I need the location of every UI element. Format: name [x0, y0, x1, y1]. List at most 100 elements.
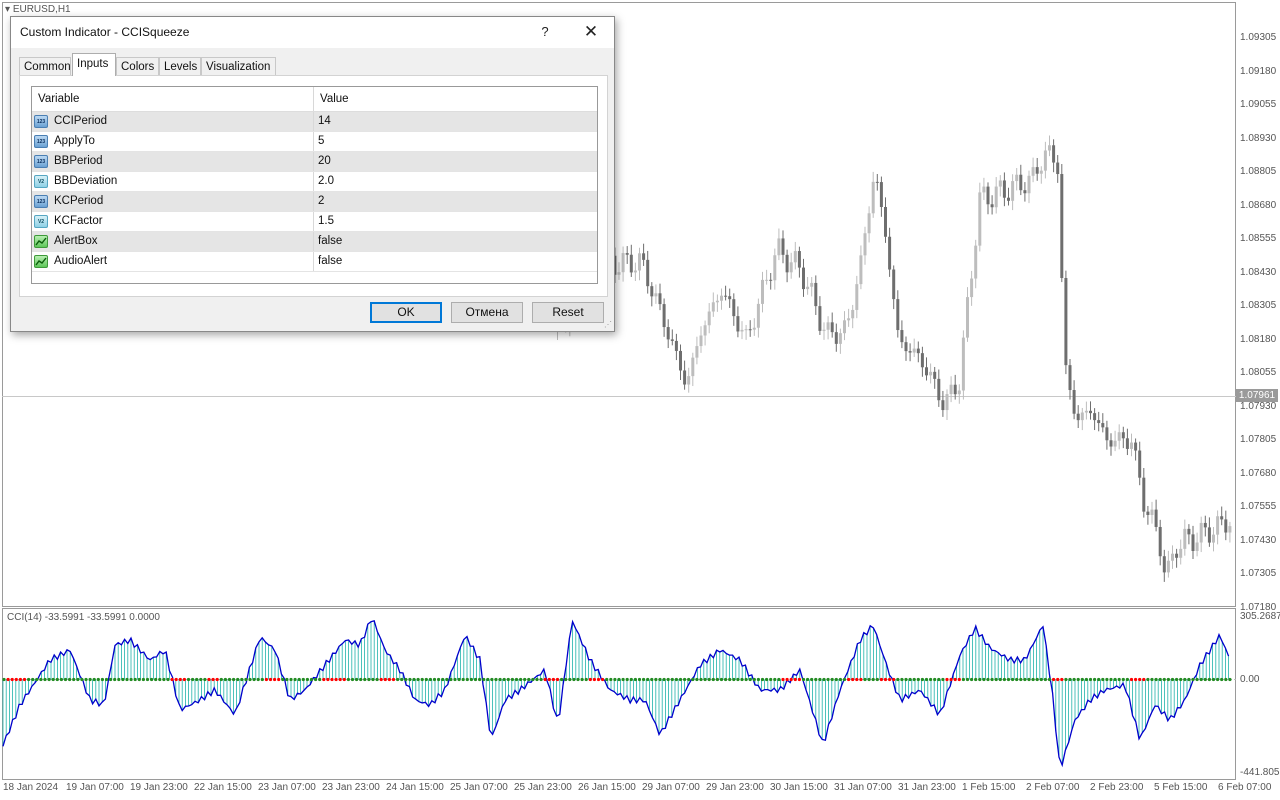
time-tick-label: 29 Jan 23:00 [706, 782, 764, 793]
squeeze-dot [617, 677, 621, 682]
grid-row-audioalert[interactable]: AudioAlert false [32, 252, 597, 272]
squeeze-dot [826, 677, 830, 682]
squeeze-dot [847, 677, 851, 682]
tab-colors[interactable]: Colors [116, 57, 159, 75]
squeeze-dot [39, 677, 43, 682]
squeeze-dot [658, 677, 662, 682]
variable-value[interactable]: 2 [318, 192, 324, 211]
squeeze-dot [309, 677, 314, 682]
grid-row-kcperiod[interactable]: 123 KCPeriod 2 [32, 192, 597, 212]
squeeze-dot [568, 677, 572, 682]
grid-row-applyto[interactable]: 123 ApplyTo 5 [32, 132, 597, 152]
candle-body [1072, 390, 1076, 414]
tab-visualization[interactable]: Visualization [201, 57, 276, 75]
squeeze-dot [482, 677, 486, 682]
candle-body [1056, 162, 1060, 175]
candle-body [871, 181, 875, 214]
squeeze-dot [1043, 677, 1047, 682]
candle-body [740, 329, 744, 332]
ok-button[interactable]: OK [370, 302, 442, 323]
tab-common[interactable]: Common [19, 57, 71, 75]
squeeze-dot [166, 677, 170, 682]
squeeze-dot [1228, 677, 1232, 682]
squeeze-dot [531, 677, 535, 682]
variable-name: BBDeviation [54, 175, 118, 187]
squeeze-dot [305, 677, 309, 682]
grid-row-bbperiod[interactable]: 123 BBPeriod 20 [32, 152, 597, 172]
integer-type-icon: 123 [34, 115, 48, 128]
candle-body [896, 299, 900, 331]
indicator-zero-label: 0.00 [1240, 674, 1260, 685]
custom-indicator-dialog[interactable]: Custom Indicator - CCISqueeze ? ✕ Common… [10, 16, 615, 332]
squeeze-dot [289, 677, 293, 682]
squeeze-dot [924, 677, 929, 682]
candle-body [908, 351, 912, 353]
squeeze-dot [346, 677, 350, 682]
variable-value[interactable]: false [318, 232, 342, 251]
variable-value[interactable]: 2.0 [318, 172, 334, 191]
candle-body [769, 279, 773, 281]
help-button[interactable]: ? [533, 21, 557, 43]
reset-button[interactable]: Reset [532, 302, 604, 323]
variable-value[interactable]: 14 [318, 112, 331, 131]
tab-levels[interactable]: Levels [159, 57, 201, 75]
squeeze-dot [1166, 677, 1170, 682]
squeeze-dot [1162, 677, 1166, 682]
candle-body [625, 253, 629, 255]
squeeze-dot [629, 677, 633, 682]
column-header-variable[interactable]: Variable [32, 87, 79, 111]
squeeze-dot [92, 677, 96, 682]
candle-body [1089, 410, 1092, 414]
squeeze-dot [338, 677, 342, 682]
squeeze-dot [490, 677, 494, 682]
candle-body [629, 254, 633, 273]
squeeze-dot [232, 677, 236, 682]
grid-row-kcfactor[interactable]: V2 KCFactor 1.5 [32, 212, 597, 232]
inputs-grid[interactable]: Variable Value 123 CCIPeriod 14 123 ApplyTo 5… [31, 86, 598, 284]
squeeze-dot [929, 677, 933, 682]
column-header-value[interactable]: Value [314, 87, 349, 111]
squeeze-dot [1080, 677, 1084, 682]
variable-value[interactable]: 5 [318, 132, 324, 151]
squeeze-dot [277, 677, 281, 682]
squeeze-dot [888, 677, 892, 682]
squeeze-dot [121, 677, 125, 682]
variable-name: BBPeriod [54, 155, 103, 167]
candle-body [617, 272, 621, 275]
candle-body [1109, 440, 1113, 447]
squeeze-dot [900, 677, 904, 682]
grid-row-bbdeviation[interactable]: V2 BBDeviation 2.0 [32, 172, 597, 192]
resize-grip-icon[interactable]: ⋰ [604, 321, 612, 329]
squeeze-dot [1134, 677, 1138, 682]
variable-value[interactable]: false [318, 252, 342, 271]
squeeze-dot [830, 677, 834, 682]
squeeze-dot [842, 677, 847, 682]
close-icon: ✕ [583, 22, 599, 41]
grid-row-alertbox[interactable]: AlertBox false [32, 232, 597, 252]
squeeze-dot [174, 677, 178, 682]
squeeze-dot [330, 677, 334, 682]
squeeze-dot [744, 677, 748, 682]
squeeze-dot [371, 677, 375, 682]
indicator-max-label: 305.2687 [1240, 611, 1280, 622]
squeeze-dot [519, 677, 523, 682]
variable-value[interactable]: 20 [318, 152, 331, 171]
candle-body [953, 384, 957, 395]
squeeze-dot [195, 677, 199, 682]
cancel-button[interactable]: Отмена [451, 302, 523, 323]
squeeze-dot [1175, 677, 1179, 682]
grid-row-cciperiod[interactable]: 123 CCIPeriod 14 [32, 112, 597, 132]
tab-inputs[interactable]: Inputs [72, 53, 116, 76]
squeeze-dot [1109, 677, 1113, 682]
candle-body [1027, 175, 1031, 194]
squeeze-dot [736, 677, 740, 682]
candle-body [933, 371, 937, 379]
close-button[interactable]: ✕ [578, 21, 604, 43]
candle-body [1052, 145, 1056, 163]
squeeze-dot [1027, 677, 1031, 682]
cci-line [2, 619, 1230, 768]
dialog-titlebar[interactable]: Custom Indicator - CCISqueeze ? ✕ [11, 17, 614, 48]
squeeze-dot [875, 677, 879, 682]
variable-value[interactable]: 1.5 [318, 212, 334, 231]
candle-body [748, 329, 752, 331]
